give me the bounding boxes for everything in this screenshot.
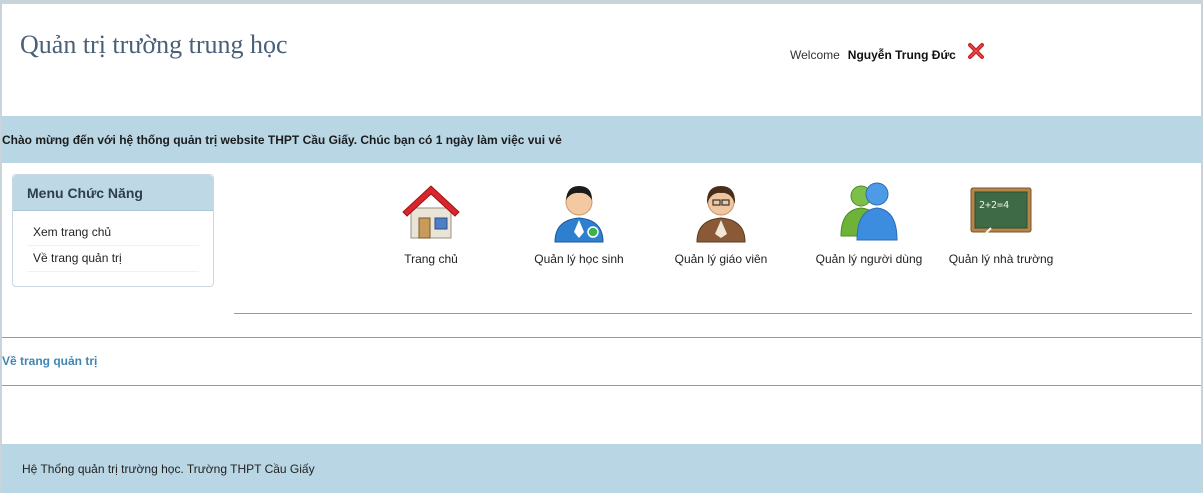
tile-teachers[interactable]: Quản lý giáo viên: [666, 180, 776, 266]
tile-users[interactable]: Quản lý người dùng: [814, 180, 924, 266]
tile-label: Quản lý người dùng: [815, 252, 923, 266]
home-icon: [402, 185, 460, 239]
close-icon[interactable]: [967, 42, 985, 60]
welcome-banner: Chào mừng đến với hệ thống quản trị webs…: [2, 116, 1201, 163]
divider: [2, 337, 1201, 338]
function-tiles: Trang chủ Quản lý học sinh Quản lý giáo …: [2, 174, 1201, 294]
footer-text: Hệ Thống quản trị trường học. Trường THP…: [22, 461, 315, 476]
tile-students[interactable]: Quản lý học sinh: [524, 180, 634, 266]
site-title: Quản trị trường trung học: [20, 30, 288, 59]
chalkboard-icon: 2+2=4: [970, 187, 1032, 237]
tile-label: Quản lý giáo viên: [674, 252, 768, 266]
student-icon: [554, 186, 604, 243]
user-name: Nguyễn Trung Đức: [847, 48, 956, 62]
svg-text:2+2=4: 2+2=4: [979, 200, 1009, 211]
footer: Hệ Thống quản trị trường học. Trường THP…: [2, 444, 1201, 493]
tile-label: Quản lý nhà trường: [948, 252, 1054, 266]
teacher-icon: [696, 186, 746, 243]
banner-message: Chào mừng đến với hệ thống quản trị webs…: [2, 132, 562, 147]
tile-home[interactable]: Trang chủ: [376, 180, 486, 266]
tile-school[interactable]: 2+2=4 Quản lý nhà trường: [946, 180, 1056, 266]
divider: [2, 385, 1201, 386]
divider: [234, 313, 1192, 314]
welcome-label: Welcome: [790, 48, 840, 62]
tile-label: Trang chủ: [404, 252, 458, 266]
users-icon: [840, 182, 898, 241]
admin-link[interactable]: Về trang quản trị: [2, 354, 97, 368]
tile-label: Quản lý học sinh: [534, 252, 624, 266]
welcome-area: Welcome Nguyễn Trung Đức: [790, 43, 985, 64]
header: Quản trị trường trung học Welcome Nguyễn…: [2, 4, 1201, 116]
